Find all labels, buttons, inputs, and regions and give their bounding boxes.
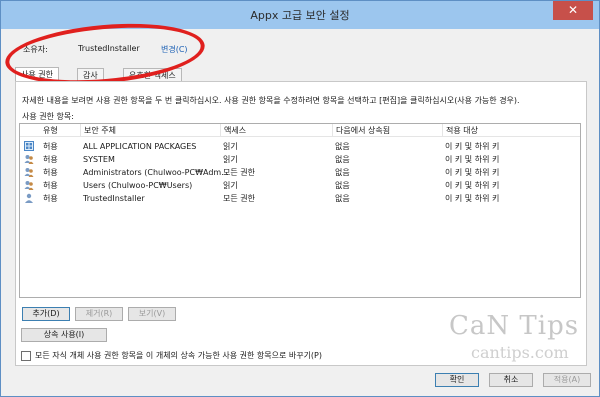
row-access: 읽기 [223, 155, 238, 164]
users-icon [24, 168, 34, 177]
table-row[interactable]: 허용 SYSTEM 읽기 없음 이 키 및 하위 키 [20, 153, 580, 166]
row-access: 읽기 [223, 181, 238, 190]
row-type: 허용 [43, 142, 58, 151]
cancel-button[interactable]: 취소 [489, 373, 533, 387]
row-principal: Users (Chulwoo-PC₩Users) [83, 181, 193, 190]
row-applies: 이 키 및 하위 키 [445, 194, 500, 203]
row-type: 허용 [43, 194, 58, 203]
watermark-url: cantips.com [471, 343, 569, 362]
column-header-applies[interactable]: 적용 대상 [442, 124, 580, 137]
table-row[interactable]: 허용 TrustedInstaller 모든 권한 없음 이 키 및 하위 키 [20, 192, 580, 205]
row-principal: SYSTEM [83, 155, 115, 164]
instructions-text: 자세한 내용을 보려면 사용 권한 항목을 두 번 클릭하십시오. 사용 권한 … [22, 96, 520, 105]
column-header-access[interactable]: 액세스 [220, 124, 332, 137]
apply-button[interactable]: 적용(A) [543, 373, 591, 387]
row-type: 허용 [43, 181, 58, 190]
view-button[interactable]: 보기(V) [128, 307, 176, 321]
list-header: 유형 보안 주체 액세스 다음에서 상속됨 적용 대상 [20, 124, 580, 137]
row-principal: ALL APPLICATION PACKAGES [83, 142, 197, 151]
window-title: Appx 고급 보안 설정 [250, 9, 350, 22]
row-applies: 이 키 및 하위 키 [445, 155, 500, 164]
row-type: 허용 [43, 155, 58, 164]
row-access: 읽기 [223, 142, 238, 151]
table-row[interactable]: 허용 Administrators (Chulwoo-PC₩Adm... 모든 … [20, 166, 580, 179]
replace-permissions-label: 모든 자식 개체 사용 권한 항목을 이 개체의 상속 가능한 사용 권한 항목… [35, 351, 323, 360]
permission-entries-list[interactable]: 유형 보안 주체 액세스 다음에서 상속됨 적용 대상 허용 ALL APPLI… [19, 123, 581, 298]
row-principal: TrustedInstaller [83, 194, 145, 203]
package-icon [24, 141, 34, 151]
watermark-logo: CaN Tips [449, 311, 580, 341]
row-inherited: 없음 [335, 194, 350, 203]
row-applies: 이 키 및 하위 키 [445, 168, 500, 177]
users-icon [24, 155, 34, 164]
row-principal: Administrators (Chulwoo-PC₩Adm... [83, 168, 229, 177]
title-bar: Appx 고급 보안 설정 ✕ [1, 1, 599, 29]
add-button[interactable]: 추가(D) [22, 307, 70, 321]
row-access: 모든 권한 [223, 168, 255, 177]
column-header-principal[interactable]: 보안 주체 [80, 124, 220, 137]
column-header-type[interactable]: 유형 [40, 124, 80, 137]
table-row[interactable]: 허용 Users (Chulwoo-PC₩Users) 읽기 없음 이 키 및 … [20, 179, 580, 192]
row-applies: 이 키 및 하위 키 [445, 142, 500, 151]
row-type: 허용 [43, 168, 58, 177]
users-icon [24, 181, 34, 190]
remove-button[interactable]: 제거(R) [75, 307, 123, 321]
entries-label: 사용 권한 항목: [22, 112, 74, 121]
row-access: 모든 권한 [223, 194, 255, 203]
enable-inheritance-button[interactable]: 상속 사용(I) [21, 328, 107, 342]
column-header-inherited[interactable]: 다음에서 상속됨 [332, 124, 442, 137]
ok-button[interactable]: 확인 [435, 373, 479, 387]
user-icon [25, 193, 33, 203]
row-applies: 이 키 및 하위 키 [445, 181, 500, 190]
row-inherited: 없음 [335, 181, 350, 190]
close-button[interactable]: ✕ [553, 1, 593, 20]
row-inherited: 없음 [335, 142, 350, 151]
row-inherited: 없음 [335, 155, 350, 164]
replace-permissions-checkbox[interactable] [21, 351, 31, 361]
table-row[interactable]: 허용 ALL APPLICATION PACKAGES 읽기 없음 이 키 및 … [20, 140, 580, 153]
advanced-security-window: Appx 고급 보안 설정 ✕ 소유자: TrustedInstaller 변경… [0, 0, 600, 397]
row-inherited: 없음 [335, 168, 350, 177]
